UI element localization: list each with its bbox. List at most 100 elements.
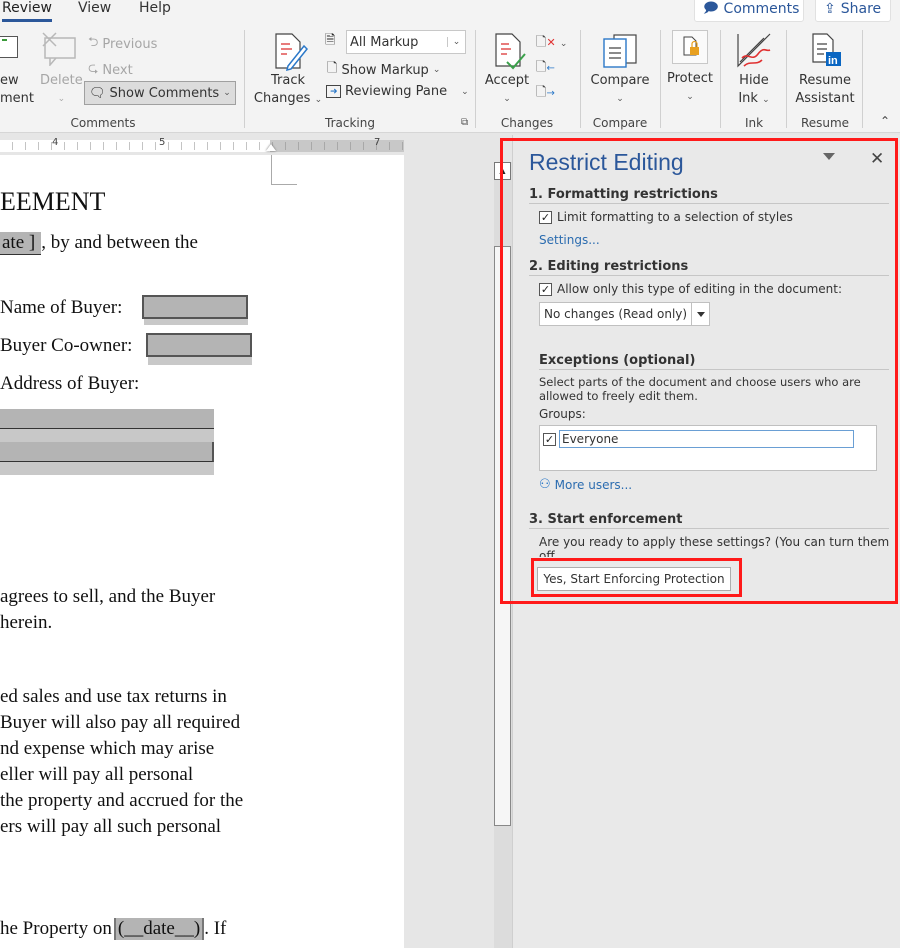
track-changes-icon xyxy=(275,33,308,72)
new-comment-label-1: ew xyxy=(0,73,19,88)
line-text: he Property on xyxy=(0,918,112,939)
hide-ink-icon xyxy=(737,33,771,68)
ribbon: Review View Help 🗩 Comments ⇪ Share ew m… xyxy=(0,0,900,133)
date-form-field[interactable]: ate ] xyxy=(0,232,42,255)
accept-button[interactable]: Accept ⌄ xyxy=(482,72,532,108)
group-label-resume: Resume xyxy=(800,116,850,130)
display-for-review-icon: 🗎 xyxy=(325,33,336,48)
name-of-buyer-field[interactable] xyxy=(142,295,248,319)
track-changes-button[interactable]: Track Changes ⌄ xyxy=(252,72,324,109)
compare-icon xyxy=(603,34,637,68)
protect-icon xyxy=(683,36,699,56)
delete-button[interactable]: Delete ⌄ xyxy=(40,72,83,108)
chevron-down-icon: ⌄ xyxy=(314,95,323,105)
accept-icon xyxy=(495,33,526,70)
compare-label: Compare xyxy=(590,73,650,88)
protect-icon-tile xyxy=(672,30,708,64)
paragraph-line: herein. xyxy=(0,612,53,633)
svg-text:in: in xyxy=(828,55,838,67)
group-separator xyxy=(660,30,661,128)
previous-label: Previous xyxy=(102,36,158,52)
tab-view[interactable]: View xyxy=(78,0,111,22)
previous-comment-button[interactable]: ⮌ Previous xyxy=(88,33,157,55)
next-change-button[interactable]: 🗋→ xyxy=(536,83,555,105)
ruler-mark: 5 xyxy=(159,137,166,148)
track-changes-label-1: Track xyxy=(270,73,306,88)
collapse-ribbon-icon[interactable]: ⌃ xyxy=(880,114,890,128)
paragraph-line: eller will pay all personal xyxy=(0,764,194,785)
line-text: , by and between the xyxy=(41,232,198,253)
date-field-value: ate xyxy=(2,232,25,253)
property-date-line: he Property on (__date__). If xyxy=(0,918,226,940)
comment-icon: 🗩 xyxy=(703,0,719,16)
document-title: EEMENT xyxy=(0,187,106,216)
reviewing-pane-label: Reviewing Pane xyxy=(345,84,448,99)
paragraph-line: Buyer will also pay all required xyxy=(0,712,241,733)
chevron-down-icon: ⌄ xyxy=(223,88,231,98)
group-separator xyxy=(580,30,581,128)
group-separator xyxy=(475,30,476,128)
tab-help[interactable]: Help xyxy=(139,0,171,22)
group-separator xyxy=(786,30,787,128)
show-markup-label: Show Markup xyxy=(341,62,429,78)
group-label-tracking: Tracking xyxy=(325,116,375,130)
paragraph-line: the property and accrued for the xyxy=(0,790,244,811)
resume-assistant-button[interactable]: Resume Assistant xyxy=(794,72,856,108)
reject-button[interactable]: 🗋✕ ⌄ xyxy=(536,33,567,55)
resume-label-1: Resume xyxy=(798,73,852,88)
share-button-label: Share xyxy=(840,1,882,17)
share-button[interactable]: ⇪ Share xyxy=(815,0,891,22)
show-comments-label: Show Comments xyxy=(109,85,220,101)
group-label-ink: Ink xyxy=(744,116,764,130)
paragraph-line: ers will pay all such personal xyxy=(0,816,222,837)
chevron-down-icon: ⌄ xyxy=(503,94,511,104)
next-comment-button[interactable]: ⮎ Next xyxy=(88,59,133,81)
chevron-down-icon: ⌄ xyxy=(559,39,568,49)
group-separator xyxy=(862,30,863,128)
chevron-down-icon: ⌄ xyxy=(57,94,66,104)
show-markup-icon: 🗋 xyxy=(327,61,338,76)
document-page[interactable]: EEMENT ate ], by and between the Name of… xyxy=(0,155,404,948)
chevron-down-icon: ⌄ xyxy=(447,37,465,47)
previous-change-button[interactable]: 🗋← xyxy=(536,58,555,80)
buyer-coowner-field[interactable] xyxy=(146,333,252,357)
new-comment-button[interactable]: ew ment xyxy=(0,72,34,108)
paragraph-line: nd expense which may arise xyxy=(0,738,215,759)
chevron-down-icon: ⌄ xyxy=(616,94,624,104)
protect-button[interactable]: Protect ⌄ xyxy=(662,70,718,106)
hide-ink-label-2: Ink xyxy=(738,91,758,106)
new-comment-label-2: ment xyxy=(0,91,34,106)
address-field-line-1[interactable] xyxy=(0,409,214,429)
chevron-down-icon: ⌄ xyxy=(461,86,469,97)
markup-select-value: All Markup xyxy=(350,34,419,50)
comments-button-label: Comments xyxy=(723,1,800,17)
hide-ink-button[interactable]: Hide Ink ⌄ xyxy=(728,72,780,109)
next-comment-icon: ⮎ xyxy=(88,61,99,76)
dialog-launcher-icon[interactable]: ⧉ xyxy=(461,117,468,128)
paragraph-line: agrees to sell, and the Buyer xyxy=(0,586,216,607)
comments-button[interactable]: 🗩 Comments xyxy=(694,0,804,22)
protect-label: Protect xyxy=(667,71,713,86)
compare-button[interactable]: Compare ⌄ xyxy=(588,72,652,108)
ruler-ticks xyxy=(0,142,404,150)
address-of-buyer-label: Address of Buyer: xyxy=(0,373,140,394)
address-field-line-2[interactable] xyxy=(0,442,214,462)
horizontal-ruler: 4 5 7 xyxy=(0,137,404,152)
chevron-down-icon: ⌄ xyxy=(762,95,770,105)
name-of-buyer-label: Name of Buyer: xyxy=(0,297,123,318)
margin-corner-mark xyxy=(271,155,297,185)
chevron-down-icon: ⌄ xyxy=(432,65,441,75)
next-label: Next xyxy=(102,62,133,78)
tab-review[interactable]: Review xyxy=(2,0,52,22)
reviewing-pane-button[interactable]: ➜ Reviewing Pane ⌄ xyxy=(326,84,469,99)
show-markup-button[interactable]: 🗋 Show Markup ⌄ xyxy=(327,59,440,81)
group-separator xyxy=(244,30,245,128)
right-indent-marker[interactable] xyxy=(266,144,276,151)
show-comments-button[interactable]: 🗨 Show Comments ⌄ xyxy=(84,81,236,105)
markup-select[interactable]: All Markup ⌄ xyxy=(346,30,466,54)
highlight-box-pane xyxy=(500,138,898,604)
next-change-icon: 🗋→ xyxy=(536,85,555,100)
document-line: ate ], by and between the xyxy=(0,232,198,255)
property-date-field[interactable]: (__date__) xyxy=(113,918,205,940)
previous-change-icon: 🗋← xyxy=(536,60,555,75)
